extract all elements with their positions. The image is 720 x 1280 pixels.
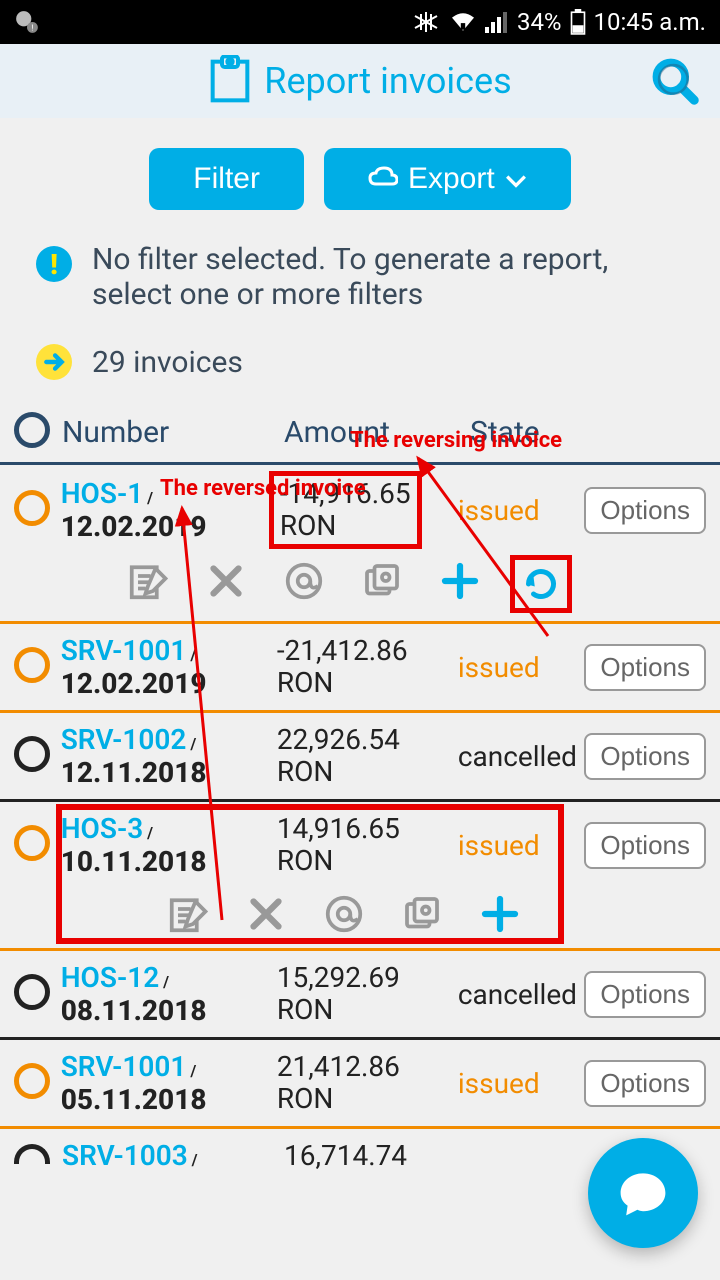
invoice-date: 10.11.2018: [61, 845, 207, 878]
invoice-currency: RON: [277, 993, 334, 1026]
invoice-number-link[interactable]: SRV-1001: [61, 634, 187, 667]
chat-fab[interactable]: [588, 1138, 698, 1248]
android-status-bar: ! 34% 10:45 a.m.: [0, 0, 720, 44]
payment-icon[interactable]: [402, 894, 442, 934]
options-button[interactable]: Options: [584, 1060, 706, 1107]
invoice-currency: RON: [277, 666, 334, 699]
invoice-row: HOS-12 / 08.11.2018 15,292.69 RON cancel…: [0, 951, 720, 1040]
invoice-number-link[interactable]: HOS-3: [61, 812, 143, 845]
invoice-currency: RON: [277, 844, 334, 877]
invoice-date: 12.11.2018: [61, 756, 207, 789]
invoice-amount: 15,292.69: [277, 961, 400, 994]
invoice-number-link[interactable]: HOS-1: [61, 477, 143, 510]
row-select-checkbox[interactable]: [14, 647, 50, 683]
invoice-count-row: 29 invoices: [0, 326, 720, 404]
filter-button[interactable]: Filter: [149, 148, 304, 210]
row-select-checkbox[interactable]: [14, 1063, 50, 1099]
page-title: Report invoices: [264, 60, 511, 102]
invoice-currency: RON: [277, 1082, 334, 1115]
undo-icon[interactable]: [521, 564, 561, 604]
invoice-amount: 21,412.86: [277, 1050, 400, 1083]
select-all-checkbox[interactable]: [14, 412, 50, 448]
email-icon[interactable]: [284, 561, 324, 607]
cancel-icon[interactable]: [246, 894, 286, 934]
battery-percentage: 34%: [517, 8, 562, 36]
toolbar: Filter Export: [0, 118, 720, 236]
export-label: Export: [408, 162, 495, 196]
arrow-right-icon: [36, 344, 72, 380]
row-select-checkbox[interactable]: [14, 974, 50, 1010]
invoice-date: 08.11.2018: [61, 994, 207, 1027]
wifi-icon: [449, 11, 477, 33]
signal-icon: [485, 11, 509, 33]
clipboard-icon: [208, 55, 252, 107]
edit-icon[interactable]: [128, 561, 168, 607]
edit-icon[interactable]: [168, 894, 208, 934]
invoice-currency: RON: [280, 509, 337, 542]
export-button[interactable]: Export: [324, 148, 571, 210]
chat-icon: [615, 1165, 671, 1221]
options-button[interactable]: Options: [584, 487, 706, 534]
invoice-state: issued: [458, 1067, 585, 1100]
clock-time: 10:45 a.m.: [594, 8, 706, 36]
invoice-state: cancelled: [458, 740, 585, 773]
search-button[interactable]: [650, 56, 702, 112]
row-select-checkbox[interactable]: [14, 490, 50, 526]
invoice-state: issued: [458, 829, 585, 862]
invoice-count-text: 29 invoices: [92, 345, 243, 380]
invoice-date: 05.11.2018: [61, 1083, 207, 1116]
row-actions: [0, 555, 720, 621]
options-button[interactable]: Options: [584, 733, 706, 780]
add-icon[interactable]: [480, 894, 520, 934]
invoice-row: HOS-3 / 10.11.2018 14,916.65 RON issued …: [0, 802, 720, 951]
row-select-checkbox[interactable]: [14, 736, 50, 772]
battery-icon: [570, 9, 586, 35]
options-button[interactable]: Options: [584, 822, 706, 869]
invoice-amount: 22,926.54: [277, 723, 400, 756]
notification-icon: !: [14, 9, 40, 35]
invoice-currency: RON: [277, 755, 334, 788]
annotation-reversing: The reversing invoice: [350, 428, 562, 453]
invoice-date: 12.02.2019: [61, 510, 207, 543]
no-filter-message: ! No filter selected. To generate a repo…: [0, 236, 720, 326]
app-header: Report invoices: [0, 44, 720, 118]
invoice-amount: 16,714.74: [284, 1139, 407, 1172]
invoice-amount: 14,916.65: [277, 812, 400, 845]
row-actions: [0, 888, 720, 948]
invoice-state: issued: [458, 494, 585, 527]
payment-icon[interactable]: [362, 561, 402, 607]
row-select-checkbox[interactable]: [14, 1144, 50, 1164]
undo-highlight-box: [510, 555, 572, 613]
invoice-state: issued: [458, 651, 585, 684]
invoice-row: SRV-1001 / 05.11.2018 21,412.86 RON issu…: [0, 1040, 720, 1129]
row-select-checkbox[interactable]: [14, 825, 50, 861]
invoice-amount: -21,412.86: [277, 634, 408, 667]
cloud-icon: [368, 162, 398, 196]
column-header-number[interactable]: Number: [62, 415, 284, 450]
invoice-number-link[interactable]: SRV-1002: [61, 723, 187, 756]
invoice-state: cancelled: [458, 978, 585, 1011]
chevron-down-icon: [505, 162, 527, 196]
options-button[interactable]: Options: [584, 971, 706, 1018]
invoice-number-link[interactable]: SRV-1001: [61, 1050, 187, 1083]
cancel-icon[interactable]: [206, 561, 246, 607]
invoice-row: SRV-1002 / 12.11.2018 22,926.54 RON canc…: [0, 713, 720, 802]
alert-icon: !: [36, 246, 72, 282]
invoice-number-link[interactable]: SRV-1003: [62, 1139, 188, 1172]
invoice-number-link[interactable]: HOS-12: [61, 961, 159, 994]
invoice-row: SRV-1001 / 12.02.2019 -21,412.86 RON iss…: [0, 624, 720, 713]
annotation-reversed: The reversed invoice: [160, 476, 366, 501]
vibrate-icon: [411, 10, 441, 34]
invoice-date: 12.02.2019: [61, 667, 207, 700]
options-button[interactable]: Options: [584, 644, 706, 691]
svg-text:!: !: [31, 24, 33, 34]
add-icon[interactable]: [440, 561, 480, 607]
no-filter-text: No filter selected. To generate a report…: [92, 242, 684, 312]
email-icon[interactable]: [324, 894, 364, 934]
